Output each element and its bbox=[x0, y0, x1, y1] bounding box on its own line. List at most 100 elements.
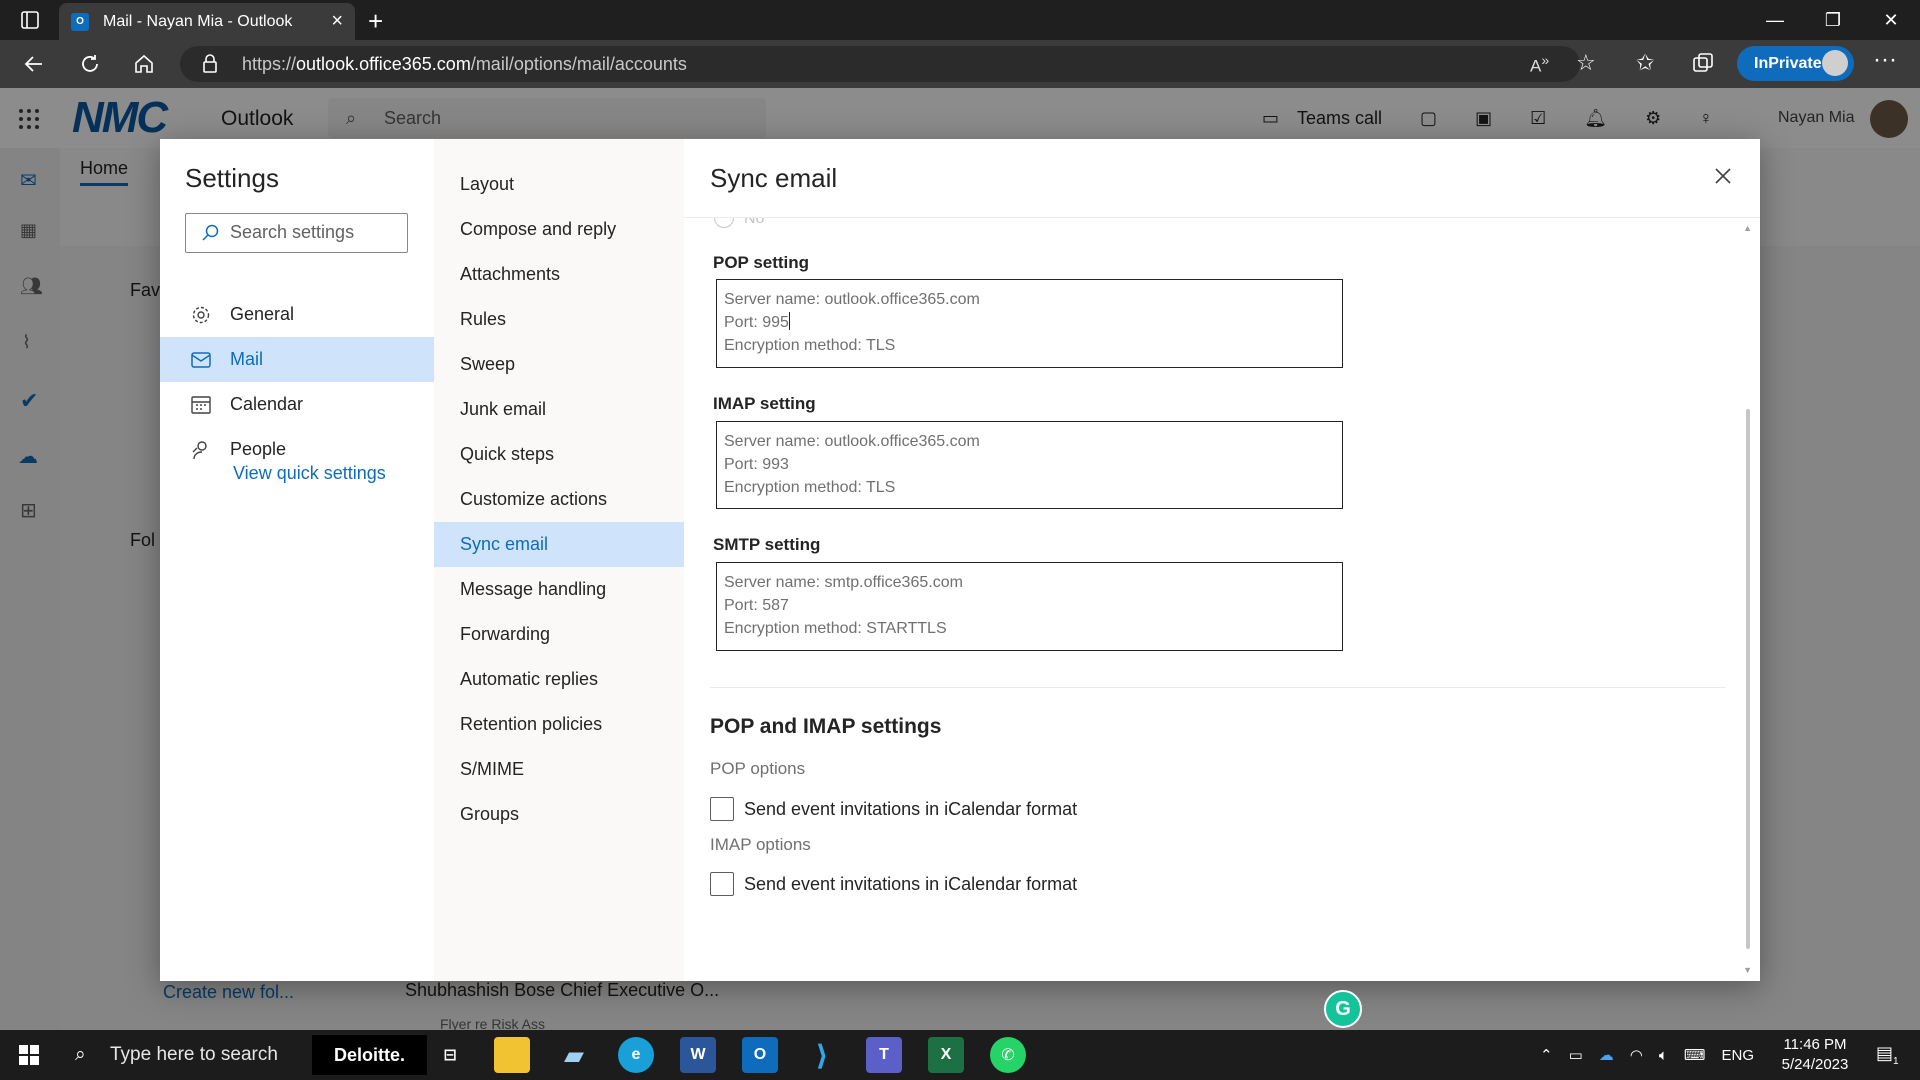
taskbar-search[interactable]: ⌕ Type here to search bbox=[60, 1030, 310, 1080]
section-automatic-replies[interactable]: Automatic replies bbox=[434, 657, 684, 702]
new-tab-icon[interactable]: + bbox=[368, 6, 383, 37]
section-groups[interactable]: Groups bbox=[434, 792, 684, 837]
search-icon bbox=[201, 224, 219, 242]
task-view-icon[interactable]: ⊟ bbox=[432, 1037, 468, 1073]
windows-start-icon[interactable] bbox=[19, 1045, 39, 1065]
close-tab-icon[interactable]: × bbox=[331, 10, 343, 33]
tab-actions-icon[interactable] bbox=[20, 10, 40, 30]
clock-date: 5/24/2023 bbox=[1781, 1056, 1849, 1073]
settings-search-input[interactable] bbox=[230, 222, 400, 243]
checkbox-box[interactable] bbox=[710, 872, 734, 896]
deloitte-widget[interactable]: Deloitte. bbox=[312, 1035, 427, 1075]
mail-icon bbox=[190, 351, 212, 368]
text-caret bbox=[788, 312, 790, 330]
refresh-icon[interactable] bbox=[74, 48, 106, 80]
excel-icon[interactable]: X bbox=[928, 1037, 964, 1073]
volume-icon[interactable]: 🔈︎ bbox=[1659, 1047, 1668, 1064]
pane-title: Sync email bbox=[710, 163, 838, 193]
clock[interactable]: 11:46 PM 5/24/2023 bbox=[1775, 1035, 1855, 1075]
grammarly-icon[interactable]: G bbox=[1324, 990, 1362, 1028]
tray-expand-icon[interactable]: ⌃ bbox=[1540, 1046, 1553, 1064]
language-indicator[interactable]: ENG bbox=[1722, 1047, 1755, 1064]
section-sweep[interactable]: Sweep bbox=[434, 342, 684, 387]
imap-options-label: IMAP options bbox=[710, 835, 811, 854]
view-quick-settings-link[interactable]: View quick settings bbox=[233, 463, 386, 484]
scroll-down-icon[interactable]: ▼ bbox=[1743, 965, 1752, 975]
section-layout[interactable]: Layout bbox=[434, 162, 684, 207]
browser-tab-active[interactable]: O Mail - Nayan Mia - Outlook × bbox=[59, 3, 355, 40]
clock-time: 11:46 PM bbox=[1783, 1036, 1847, 1053]
section-message-handling[interactable]: Message handling bbox=[434, 567, 684, 612]
section-divider bbox=[710, 687, 1726, 688]
imap-setting-label: IMAP setting bbox=[713, 394, 816, 413]
gear-icon bbox=[190, 305, 212, 325]
search-icon: ⌕ bbox=[75, 1044, 86, 1065]
vscode-icon[interactable]: ⟩ bbox=[804, 1037, 840, 1073]
section-quick-steps[interactable]: Quick steps bbox=[434, 432, 684, 477]
section-compose-and-reply[interactable]: Compose and reply bbox=[434, 207, 684, 252]
section-forwarding[interactable]: Forwarding bbox=[434, 612, 684, 657]
section-attachments[interactable]: Attachments bbox=[434, 252, 684, 297]
section-retention-policies[interactable]: Retention policies bbox=[434, 702, 684, 747]
pop-icalendar-checkbox[interactable]: Send event invitations in iCalendar form… bbox=[710, 797, 1077, 821]
minimize-icon[interactable]: — bbox=[1746, 0, 1804, 40]
home-icon[interactable] bbox=[128, 48, 160, 80]
section-rules[interactable]: Rules bbox=[434, 297, 684, 342]
checkbox-label: Send event invitations in iCalendar form… bbox=[744, 873, 1078, 894]
section-sync-email[interactable]: Sync email bbox=[434, 522, 684, 567]
section-customize-actions[interactable]: Customize actions bbox=[434, 477, 684, 522]
wifi-icon[interactable]: ◠ bbox=[1630, 1046, 1643, 1064]
scroll-up-icon[interactable]: ▲ bbox=[1743, 223, 1752, 233]
profile-avatar bbox=[1822, 50, 1848, 76]
section-junk-email[interactable]: Junk email bbox=[434, 387, 684, 432]
imap-setting-field[interactable]: Server name: outlook.office365.com Port:… bbox=[716, 421, 1343, 509]
keyboard-icon[interactable]: ⌨ bbox=[1684, 1046, 1706, 1064]
imap-icalendar-checkbox[interactable]: Send event invitations in iCalendar form… bbox=[710, 872, 1077, 896]
radio-no-label: No bbox=[744, 218, 765, 227]
pop-encryption: Encryption method: TLS bbox=[724, 337, 896, 354]
clipped-option-row: No bbox=[684, 218, 1760, 238]
edge-icon[interactable]: e bbox=[618, 1037, 654, 1073]
settings-search-box[interactable] bbox=[185, 213, 408, 253]
checkbox-box[interactable] bbox=[710, 797, 734, 821]
checkbox-label: Send event invitations in iCalendar form… bbox=[744, 798, 1078, 819]
smtp-server: Server name: smtp.office365.com bbox=[724, 574, 963, 591]
favorite-add-icon[interactable]: ☆ bbox=[1576, 50, 1596, 76]
read-aloud-icon[interactable]: A» bbox=[1530, 53, 1549, 77]
battery-icon[interactable]: ▭ bbox=[1569, 1046, 1583, 1064]
mail-sections: Layout Compose and reply Attachments Rul… bbox=[434, 139, 684, 981]
section-smime[interactable]: S/MIME bbox=[434, 747, 684, 792]
restore-icon[interactable]: ❐ bbox=[1804, 0, 1862, 40]
notification-icon[interactable]: ▤ bbox=[1876, 1043, 1893, 1064]
category-calendar[interactable]: Calendar bbox=[160, 382, 434, 427]
radio-no[interactable] bbox=[714, 218, 734, 228]
settings-categories: Settings General Mail Calendar bbox=[160, 139, 434, 981]
word-icon[interactable]: W bbox=[680, 1037, 716, 1073]
close-icon[interactable] bbox=[1714, 167, 1732, 185]
settings-dialog: Settings General Mail Calendar bbox=[160, 139, 1760, 981]
outlook-favicon-icon: O bbox=[71, 12, 89, 31]
teams-icon[interactable]: T bbox=[866, 1037, 902, 1073]
category-mail[interactable]: Mail bbox=[160, 337, 434, 382]
file-explorer-icon[interactable] bbox=[494, 1037, 530, 1073]
notepad-app-icon[interactable]: ▰ bbox=[556, 1037, 592, 1073]
calendar-icon bbox=[190, 395, 212, 415]
category-label: People bbox=[230, 439, 287, 459]
close-window-icon[interactable]: ✕ bbox=[1862, 0, 1920, 40]
collections-icon[interactable] bbox=[1692, 52, 1714, 74]
whatsapp-icon[interactable]: ✆ bbox=[990, 1037, 1026, 1073]
outlook-taskbar-icon[interactable]: O bbox=[742, 1037, 778, 1073]
favorites-icon[interactable]: ✩ bbox=[1636, 50, 1654, 76]
imap-server: Server name: outlook.office365.com bbox=[724, 433, 980, 450]
back-icon[interactable] bbox=[18, 48, 50, 80]
scrollbar-thumb[interactable] bbox=[1746, 409, 1750, 949]
url-text: https://outlook.office365.com/mail/optio… bbox=[242, 54, 687, 74]
more-icon[interactable]: ··· bbox=[1873, 46, 1897, 74]
onedrive-tray-icon[interactable]: ☁ bbox=[1599, 1046, 1614, 1064]
category-general[interactable]: General bbox=[160, 292, 434, 337]
smtp-setting-field[interactable]: Server name: smtp.office365.com Port: 58… bbox=[716, 562, 1343, 651]
notification-count: 1 bbox=[1893, 1056, 1899, 1067]
smtp-encryption: Encryption method: STARTTLS bbox=[724, 620, 947, 637]
pop-setting-field[interactable]: Server name: outlook.office365.com Port:… bbox=[716, 279, 1343, 368]
inprivate-button[interactable]: InPrivate bbox=[1737, 46, 1854, 81]
